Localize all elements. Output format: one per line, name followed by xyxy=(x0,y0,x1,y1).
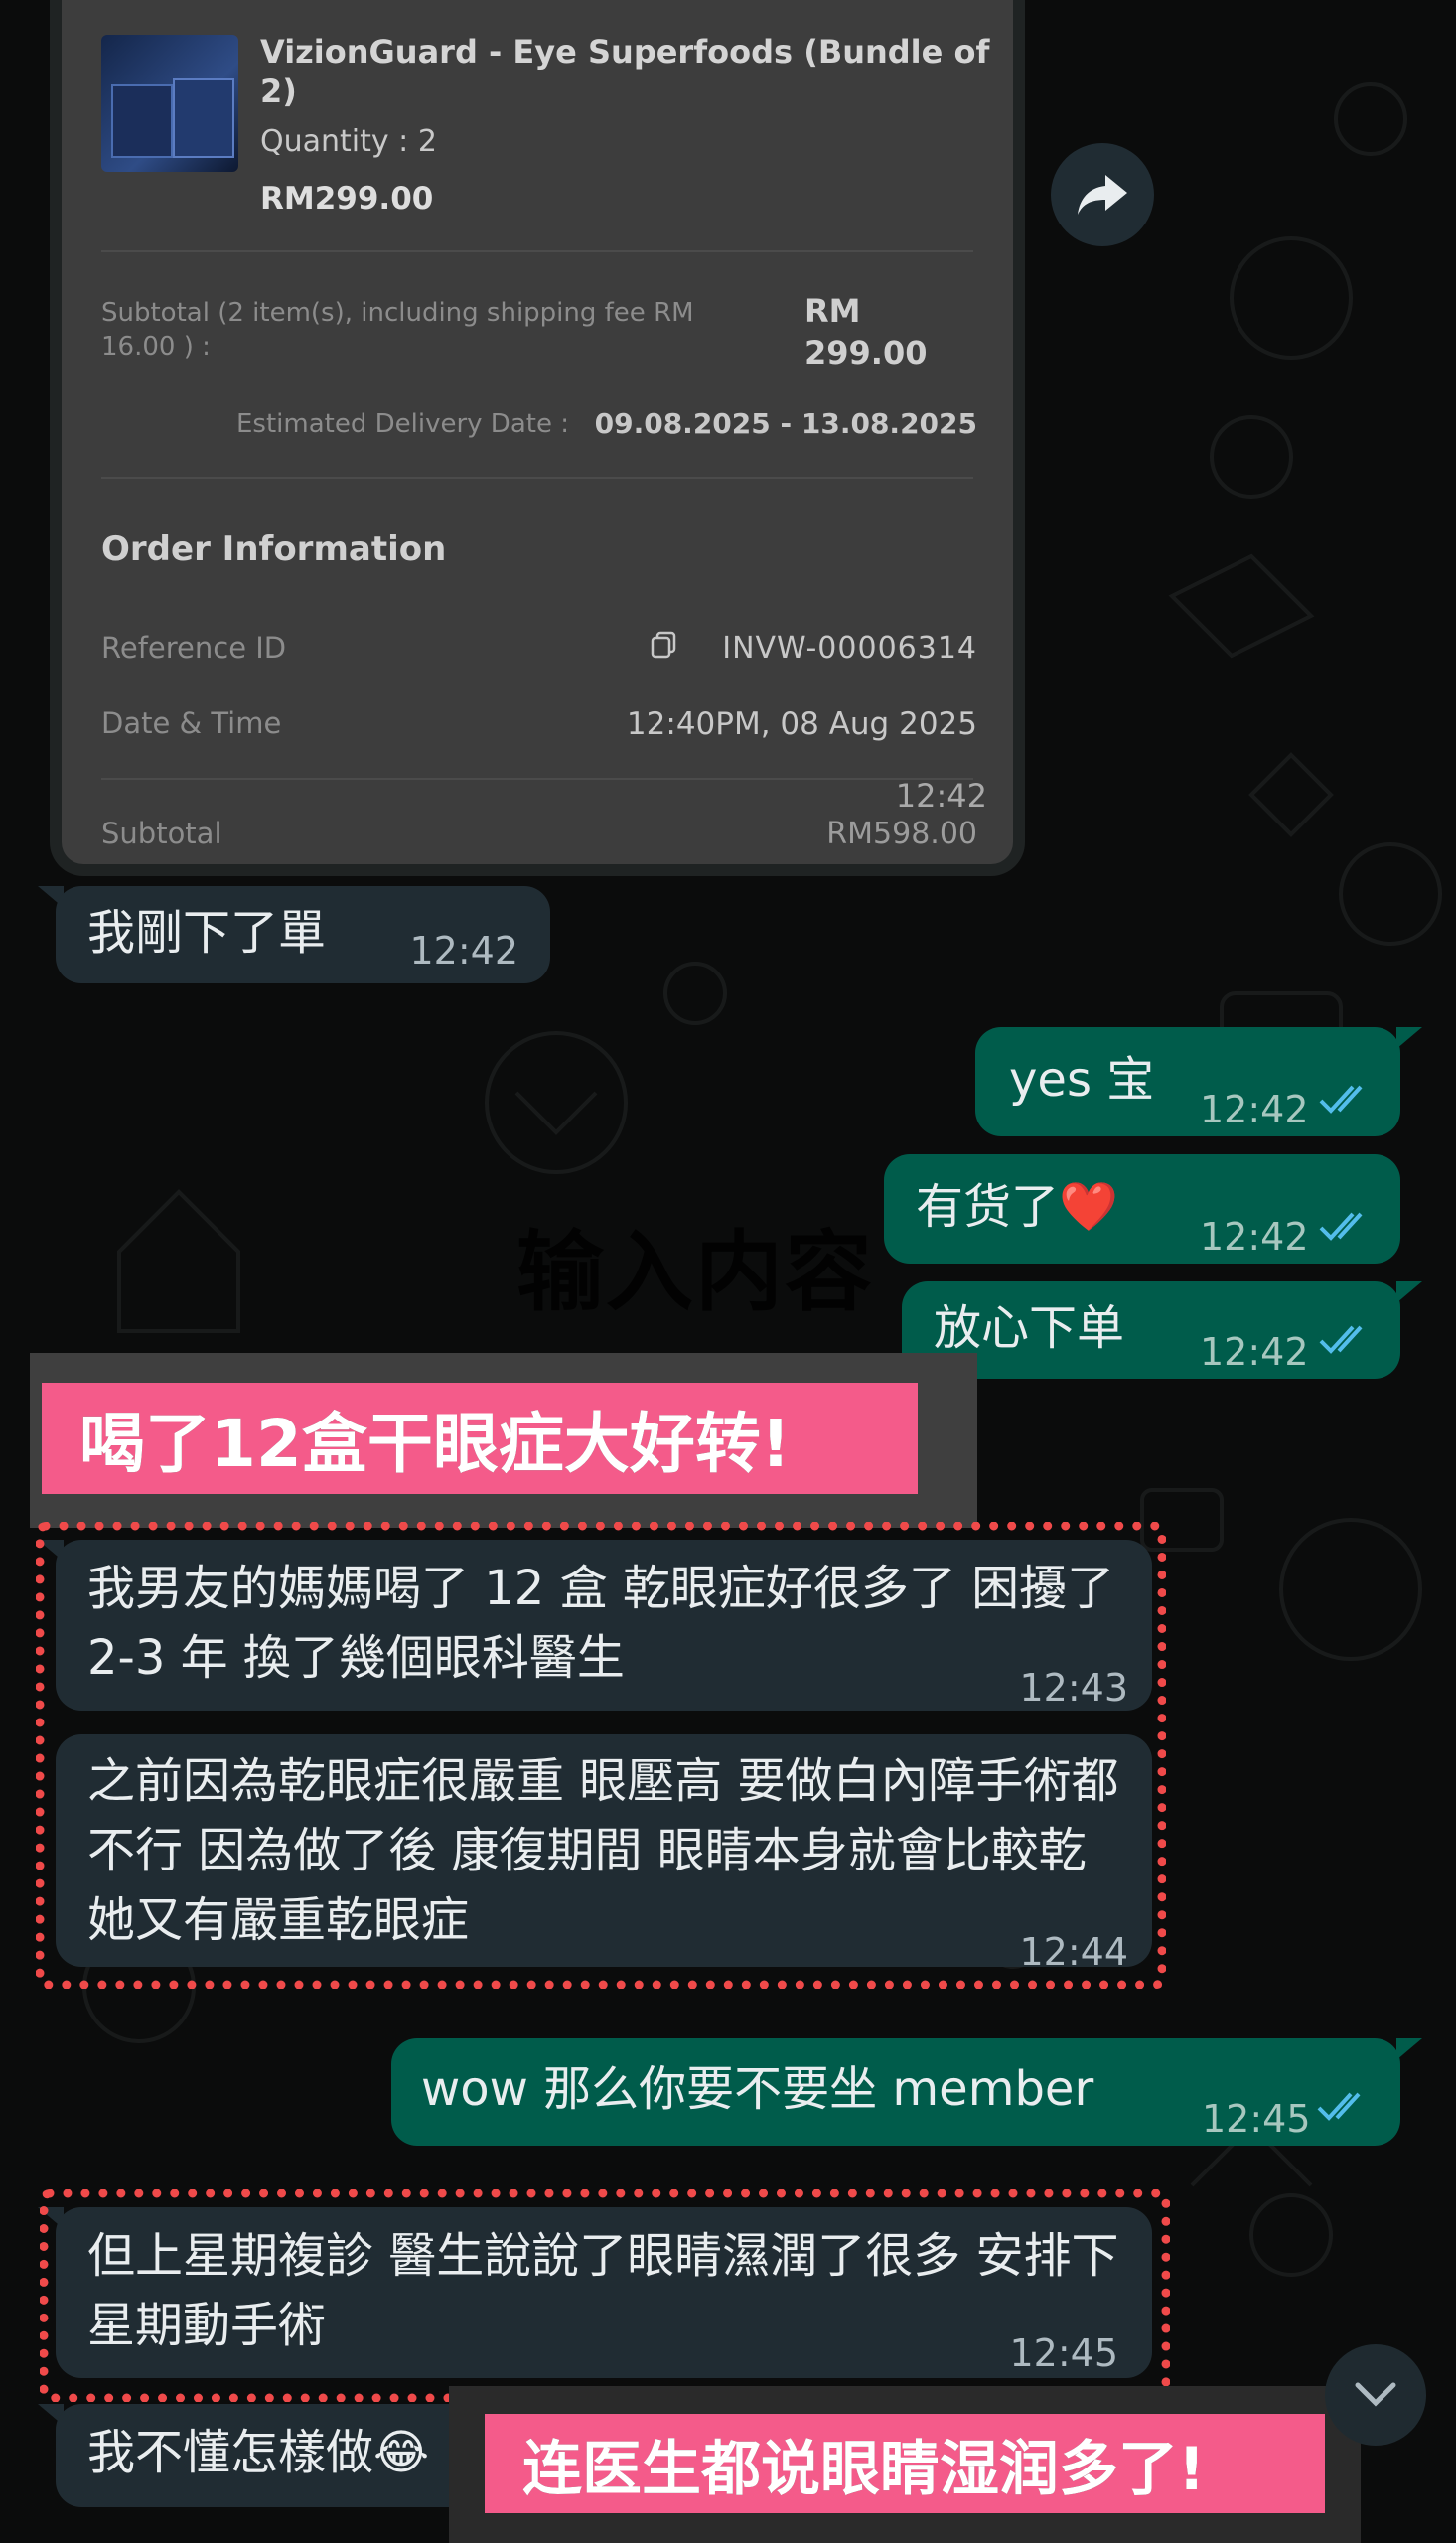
double-check-icon xyxy=(1317,2092,1361,2121)
input-placeholder-overlay: 输入内容 xyxy=(516,1221,875,1323)
message-text: yes 宝 xyxy=(1009,1052,1155,1108)
message-time: 12:42 xyxy=(1200,1330,1309,1374)
reference-id-label: Reference ID xyxy=(101,631,287,665)
divider xyxy=(101,250,973,252)
promo-banner-bottom: 连医生都说眼睛湿润多了! xyxy=(485,2414,1325,2513)
highlight-frame xyxy=(40,2189,1170,2402)
message-text: 我不懂怎樣做😂 xyxy=(87,2425,430,2480)
subtotal-value: RM 299.00 xyxy=(804,292,928,372)
forward-button[interactable] xyxy=(1051,143,1154,246)
forward-icon xyxy=(1078,175,1127,215)
double-check-icon xyxy=(1319,1212,1363,1241)
message-time: 12:42 xyxy=(895,777,987,815)
double-check-icon xyxy=(1319,1325,1363,1354)
chevron-down-icon xyxy=(1355,2382,1396,2407)
datetime-value: 12:40PM, 08 Aug 2025 xyxy=(626,706,977,742)
estimated-delivery-value: 09.08.2025 - 13.08.2025 xyxy=(594,407,977,440)
scroll-to-bottom-button[interactable] xyxy=(1325,2344,1426,2446)
message-bubble-outgoing[interactable]: 有货了❤️ 12:42 xyxy=(884,1154,1400,1264)
promo-banner-bottom-text: 连医生都说眼睛湿润多了! xyxy=(522,2434,1206,2504)
order-summary-card[interactable]: VizionGuard - Eye Superfoods (Bundle of … xyxy=(62,0,1013,864)
copy-icon[interactable] xyxy=(651,631,676,659)
message-time: 12:42 xyxy=(409,929,518,972)
message-time: 12:42 xyxy=(1200,1088,1309,1131)
subtotal-label: Subtotal (2 item(s), including shipping … xyxy=(101,298,694,362)
message-bubble-outgoing[interactable]: wow 那么你要不要坐 member 12:45 xyxy=(391,2038,1400,2146)
subtotal-cut-label: Subtotal xyxy=(101,817,222,850)
divider xyxy=(101,477,973,479)
product-image xyxy=(101,35,238,172)
datetime-label: Date & Time xyxy=(101,706,282,740)
message-bubble-outgoing[interactable]: yes 宝 12:42 xyxy=(975,1027,1400,1136)
estimated-delivery-label: Estimated Delivery Date : xyxy=(236,409,569,439)
product-quantity: Quantity : 2 xyxy=(260,124,437,159)
subtotal-cut-value: RM598.00 xyxy=(826,817,977,851)
double-check-icon xyxy=(1319,1085,1363,1114)
message-time: 12:42 xyxy=(1200,1215,1309,1259)
message-time: 12:45 xyxy=(1202,2097,1311,2141)
highlight-frame xyxy=(36,1522,1166,1989)
reference-id-value: INVW-00006314 xyxy=(722,631,977,666)
product-price: RM299.00 xyxy=(260,181,434,217)
promo-banner-top: 喝了12盒干眼症大好转! xyxy=(42,1383,918,1494)
message-text: 我剛下了單 xyxy=(87,905,327,961)
divider xyxy=(101,778,973,780)
message-text: wow 那么你要不要坐 member xyxy=(421,2061,1094,2117)
message-text: 有货了❤️ xyxy=(916,1179,1118,1235)
message-bubble-incoming[interactable]: 我剛下了單 12:42 xyxy=(56,886,550,983)
product-title: VizionGuard - Eye Superfoods (Bundle of … xyxy=(260,33,990,110)
promo-banner-top-text: 喝了12盒干眼症大好转! xyxy=(79,1406,791,1482)
order-information-title: Order Information xyxy=(101,529,447,569)
